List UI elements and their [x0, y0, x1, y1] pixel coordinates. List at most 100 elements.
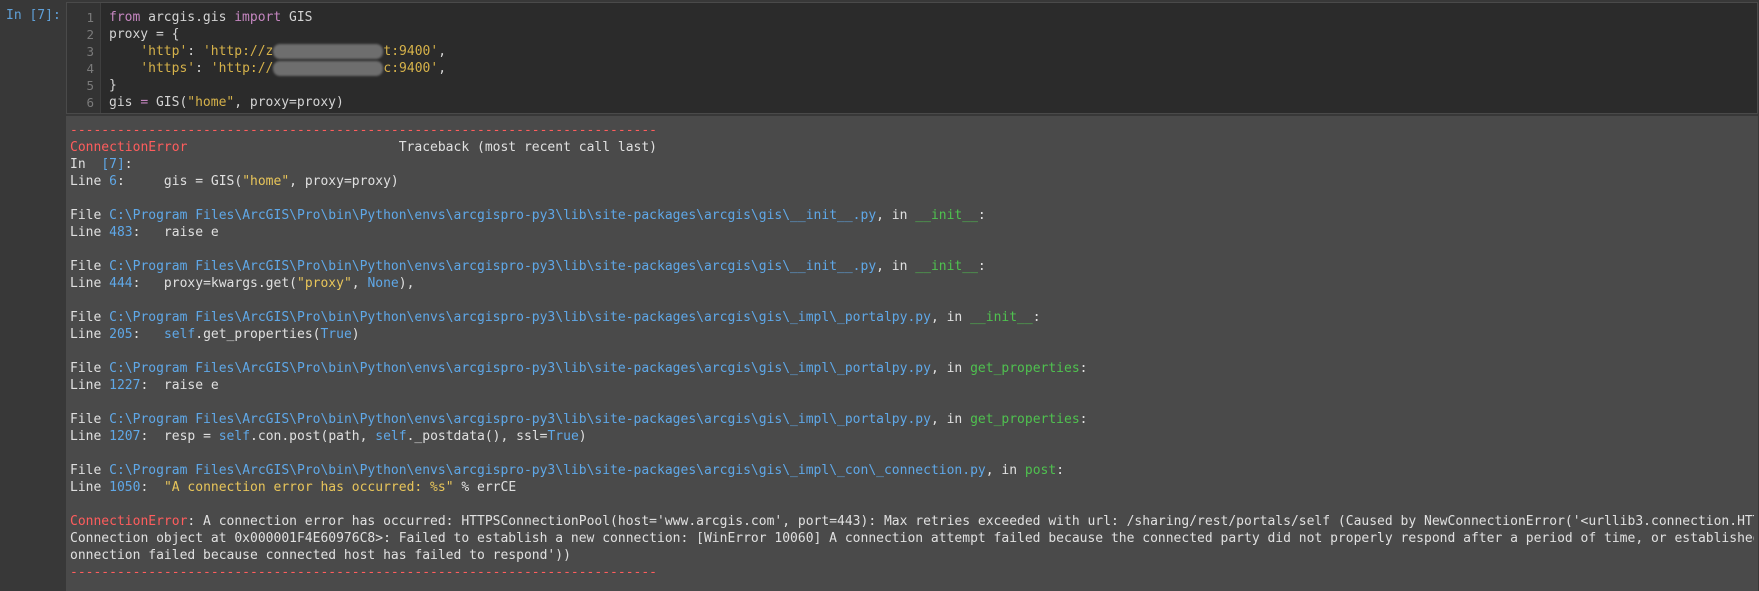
input-prompt: In [7]: — [6, 8, 61, 23]
code-text: } — [109, 78, 117, 93]
in-text: , in — [930, 412, 971, 427]
trace-file-line: File C:\Program Files\ArcGIS\Pro\bin\Pyt… — [70, 309, 1754, 326]
file-path-link[interactable]: C:\Program Files\ArcGIS\Pro\bin\Python\e… — [109, 208, 876, 223]
error-name: ConnectionError — [70, 514, 188, 529]
line-label: Line — [70, 174, 110, 189]
line-number-ref: 205 — [109, 327, 133, 342]
trace-line: Line 1050: "A connection error has occur… — [70, 479, 1754, 496]
cell-ref: [7] — [101, 157, 125, 172]
colon: : — [124, 157, 133, 172]
code-text: proxy = { — [109, 27, 180, 42]
colon: : — [1079, 412, 1088, 427]
file-label: File — [70, 463, 110, 478]
error-message: : A connection error has occurred: HTTPS… — [187, 514, 1754, 529]
file-path-link[interactable]: C:\Program Files\ArcGIS\Pro\bin\Python\e… — [109, 412, 931, 427]
colon: : — [977, 259, 986, 274]
code-text: : self.get_properties(True) — [132, 327, 360, 342]
line-number: 5 — [86, 78, 94, 93]
code-text: : — [195, 61, 211, 76]
file-label: File — [70, 259, 110, 274]
code-text: : "A connection error has occurred: %s" … — [140, 480, 517, 495]
trace-file-line: File C:\Program Files\ArcGIS\Pro\bin\Pyt… — [70, 462, 1754, 479]
colon: : — [977, 208, 986, 223]
trace-file-line: File C:\Program Files\ArcGIS\Pro\bin\Pyt… — [70, 258, 1754, 275]
string-literal: 'http' — [140, 44, 188, 59]
trace-line: Line 1227: raise e — [70, 377, 1754, 394]
code-line: from arcgis.gis import GIS — [109, 9, 1749, 26]
code-line: 'http': 'http://z t:9400', — [109, 43, 1749, 60]
trace-frames: File C:\Program Files\ArcGIS\Pro\bin\Pyt… — [70, 207, 1754, 513]
function-name: __init__ — [970, 310, 1033, 325]
final-error-line: ConnectionError: A connection error has … — [70, 513, 1754, 530]
file-path-link[interactable]: C:\Program Files\ArcGIS\Pro\bin\Python\e… — [109, 463, 986, 478]
code-text: : resp = self.con.post(path, self._postd… — [140, 429, 587, 444]
line-number: 4 — [86, 61, 94, 76]
trace-file-line: File C:\Program Files\ArcGIS\Pro\bin\Pyt… — [70, 411, 1754, 428]
line-label: Line — [70, 429, 110, 444]
line-label: Line — [70, 480, 110, 495]
line-number-ref: 444 — [109, 276, 133, 291]
function-name: get_properties — [970, 412, 1080, 427]
string-literal: c:9400' — [383, 61, 439, 76]
string-literal: 'http://z — [202, 44, 274, 59]
code-text: : raise e — [140, 378, 219, 393]
line-number: 1 — [86, 10, 94, 25]
trace-file-line: File C:\Program Files\ArcGIS\Pro\bin\Pyt… — [70, 360, 1754, 377]
line-label: Line — [70, 276, 110, 291]
function-name: __init__ — [915, 259, 978, 274]
file-label: File — [70, 310, 110, 325]
error-name: ConnectionError — [70, 140, 188, 155]
code-text: : raise e — [132, 225, 219, 240]
code-text: : gis = GIS( — [116, 174, 243, 189]
in-text: , in — [985, 463, 1025, 478]
final-error-line: Connection object at 0x000001F4E60976C8>… — [70, 531, 1754, 546]
string-literal: 'https' — [140, 61, 196, 76]
colon: : — [1032, 310, 1041, 325]
string-literal: "home" — [242, 174, 290, 189]
string-literal: t:9400' — [383, 44, 439, 59]
in-text: , in — [930, 361, 971, 376]
code-text: arcgis.gis — [140, 10, 235, 25]
in-cell-line: In [7]: — [70, 156, 1754, 173]
code-text: , proxy=proxy) — [234, 95, 344, 110]
redaction-blur — [273, 44, 384, 59]
trace-line: Line 483: raise e — [70, 224, 1754, 241]
file-label: File — [70, 208, 110, 223]
file-path-link[interactable]: C:\Program Files\ArcGIS\Pro\bin\Python\e… — [109, 310, 931, 325]
trace-line: Line 1207: resp = self.con.post(path, se… — [70, 428, 1754, 445]
file-path-link[interactable]: C:\Program Files\ArcGIS\Pro\bin\Python\e… — [109, 259, 876, 274]
keyword: from — [109, 10, 141, 25]
function-name: get_properties — [970, 361, 1080, 376]
operator: = — [140, 95, 149, 110]
code-text: , — [438, 44, 447, 59]
code-text: gis — [109, 95, 141, 110]
code-editor[interactable]: 1 2 3 4 5 6 from arcgis.gis import GIS p… — [66, 2, 1758, 114]
in-label: In — [70, 157, 102, 172]
code-lines[interactable]: from arcgis.gis import GIS proxy = { 'ht… — [109, 9, 1749, 111]
code-line: gis = GIS("home", proxy=proxy) — [109, 94, 1749, 111]
line-label: Line — [70, 327, 110, 342]
code-text: GIS — [281, 10, 313, 25]
string-literal: 'http:// — [210, 61, 274, 76]
colon: : — [1079, 361, 1088, 376]
code-text: GIS( — [148, 95, 188, 110]
code-text: : proxy=kwargs.get("proxy", None), — [132, 276, 415, 291]
code-text: , proxy=proxy) — [289, 174, 399, 189]
in-text: , in — [930, 310, 971, 325]
notebook-cell: In [7]: 1 2 3 4 5 6 from arcgis.gis impo… — [0, 0, 1759, 591]
in-text: , in — [876, 208, 916, 223]
final-error-line: onnection failed because connected host … — [70, 548, 571, 563]
line-number-gutter: 1 2 3 4 5 6 — [67, 3, 101, 113]
function-name: post — [1024, 463, 1057, 478]
separator-line: ----------------------------------------… — [70, 123, 657, 138]
traceback-label: Traceback (most recent call last) — [187, 140, 658, 155]
line-number-ref: 1227 — [109, 378, 141, 393]
colon: : — [1056, 463, 1065, 478]
file-path-link[interactable]: C:\Program Files\ArcGIS\Pro\bin\Python\e… — [109, 361, 931, 376]
